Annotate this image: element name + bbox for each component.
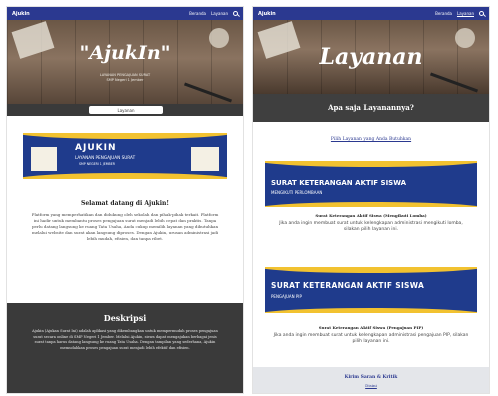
card-caption-2: Surat Keterangan Aktif Siswa (Pengajuan … — [318, 325, 424, 330]
question-bar: Apa saja Layanannya? — [253, 94, 489, 122]
card-text-1: Jika anda ingin membuat surat untuk kele… — [279, 221, 463, 232]
deskripsi-section: Deskripsi Ajukin (Ajukan Surat Ini) adal… — [7, 303, 243, 393]
service-card-banner-2[interactable]: SURAT KETERANGAN AKTIF SISWA PENGAJUAN P… — [265, 267, 477, 313]
welcome-title: Selamat datang di Ajukin! — [81, 200, 169, 207]
navbar: Ajukin Beranda Layanan — [7, 7, 243, 20]
search-icon[interactable] — [479, 11, 484, 16]
nav-beranda[interactable]: Beranda — [435, 11, 452, 16]
service-card-banner-1[interactable]: SURAT KETERANGAN AKTIF SISWA MENGIKUTI P… — [265, 161, 477, 207]
navbar: Ajukin Beranda Layanan — [253, 7, 489, 20]
hero-section: "AjukIn" LAYANAN PENGAJUAN SURAT SMP Neg… — [7, 20, 243, 116]
footer-section: Kirim Saran & Kritik Disini — [253, 367, 489, 393]
choose-service-link[interactable]: Pilih Layanan yang Anda Butuhkan — [253, 137, 489, 143]
question-title: Apa saja Layanannya? — [328, 103, 414, 112]
hero-section: Layanan — [253, 20, 489, 94]
hero-school: SMP Negeri 1 Jember — [106, 78, 144, 82]
brand-link[interactable]: Ajukin — [12, 11, 184, 17]
banner-wave-top — [23, 133, 227, 139]
nav-layanan[interactable]: Layanan — [211, 11, 228, 16]
card-banner-subtitle: MENGIKUTI PERLOMBAAN — [271, 190, 323, 195]
banner-wave-top — [265, 267, 477, 273]
hero-title: Layanan — [319, 44, 423, 70]
card-banner-subtitle: PENGAJUAN PIP — [271, 294, 302, 299]
nav-beranda[interactable]: Beranda — [189, 11, 206, 16]
layanan-page: Ajukin Beranda Layanan Layanan Apa saja … — [252, 6, 490, 394]
card-banner-title: SURAT KETERANGAN AKTIF SISWA — [271, 179, 407, 187]
deskripsi-title: Deskripsi — [103, 313, 147, 323]
welcome-text: Platform yang memperhatikan dan didukung… — [31, 212, 219, 241]
documents-illustration — [31, 147, 57, 171]
deskripsi-text: Ajukin (Ajukan Surat Ini) adalah aplikas… — [32, 329, 218, 350]
banner-wave-top — [265, 161, 477, 167]
banner-wave-bottom — [265, 202, 477, 207]
layanan-button[interactable]: Layanan — [89, 106, 163, 114]
card-caption-1: Surat Keterangan Aktif Siswa (Mengikuti … — [315, 213, 427, 218]
hero-subtitle: LAYANAN PENGAJUAN SURAT — [99, 73, 151, 77]
banner-subtitle: LAYANAN PENGAJUAN SURAT — [75, 155, 136, 160]
home-page: Ajukin Beranda Layanan "AjukIn" LAYANAN … — [6, 6, 244, 394]
banner-title: AJUKIN — [75, 143, 117, 153]
banner-wave-bottom — [265, 308, 477, 313]
ajukin-banner: AJUKIN LAYANAN PENGAJUAN SURAT SMP NEGER… — [23, 133, 227, 179]
card-banner-title: SURAT KETERANGAN AKTIF SISWA — [271, 281, 425, 290]
envelopes-illustration — [191, 147, 219, 171]
search-icon[interactable] — [233, 11, 238, 16]
hero-title: "AjukIn" — [79, 42, 171, 64]
brand-link[interactable]: Ajukin — [258, 11, 430, 17]
footer-link[interactable]: Disini — [253, 383, 489, 389]
card-text-2: Jika anda ingin membuat surat untuk kele… — [273, 333, 469, 344]
nav-layanan[interactable]: Layanan — [457, 11, 474, 16]
banner-wave-bottom — [23, 173, 227, 179]
footer-title: Kirim Saran & Kritik — [344, 375, 398, 380]
banner-school: SMP NEGERI 1 JEMBER — [79, 162, 115, 166]
